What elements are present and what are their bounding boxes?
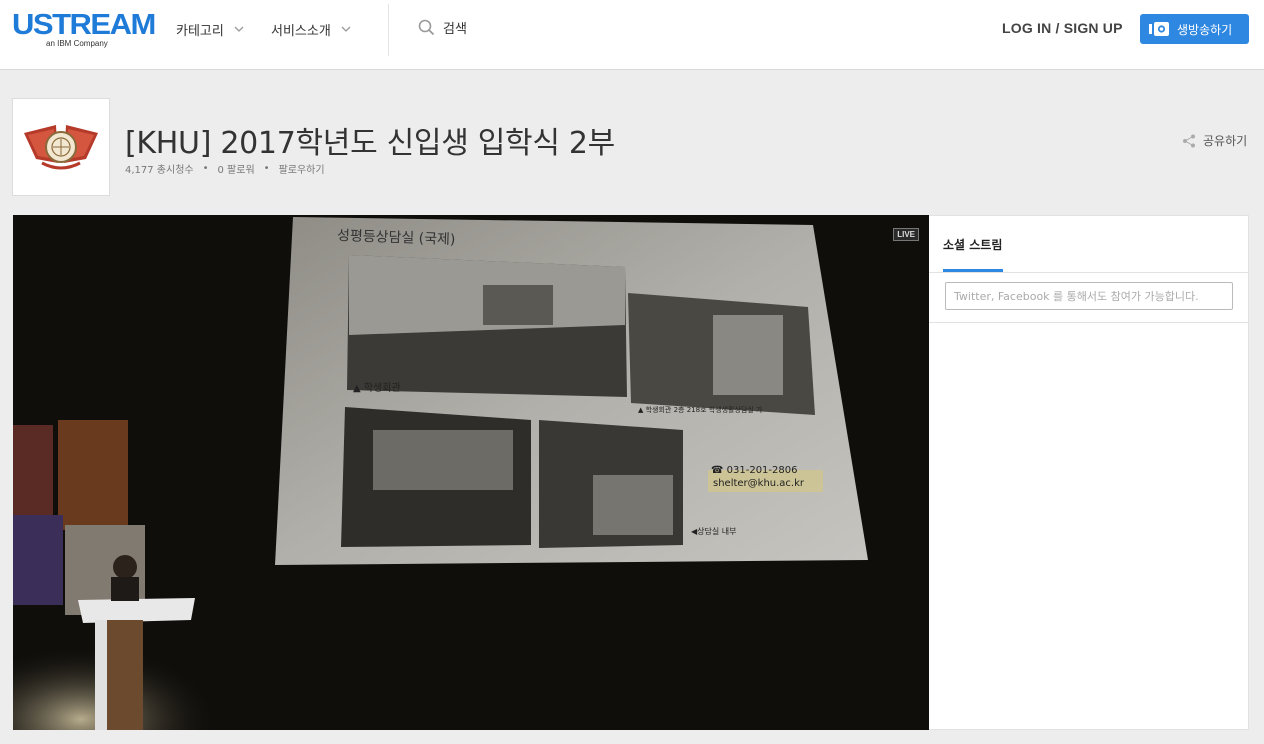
login-signup-link[interactable]: LOG IN / SIGN UP [1002,20,1123,36]
search-icon [418,19,435,36]
share-icon [1183,134,1195,147]
slide-caption-room: ▲ 학생회관 2층 218호 학생생활상담실 가 [638,406,763,414]
divider [929,272,1249,273]
divider [929,322,1249,323]
social-message-input[interactable] [945,282,1233,310]
search-field[interactable]: 검색 [418,18,467,37]
slide-heading: 성평등상담실 (국제) [336,227,456,249]
video-player[interactable]: 성평등상담실 (국제) ▲ 학생회관 ▲ 학생회관 2층 218호 학생생활상담… [13,215,929,730]
slide-phone: ☎ 031-201-2806 [711,465,798,476]
live-badge: LIVE [893,228,919,241]
go-live-button[interactable]: 생방송하기 [1140,14,1249,44]
slide-email: shelter@khu.ac.kr [713,478,805,489]
slide-caption-building: ▲ 학생회관 [353,383,401,394]
logo-subtext: an IBM Company [46,39,108,48]
go-live-label: 생방송하기 [1177,22,1233,37]
khu-emblem-icon [24,125,98,170]
nav-service-intro[interactable]: 서비스소개 [271,20,351,39]
slide-caption-inside: ◀상담실 내부 [691,527,737,536]
stream-title: [KHU] 2017학년도 신입생 입학식 2부 [125,126,615,161]
channel-stats: 4,177 총시청수 • 0 팔로워 • 팔로우하기 [125,161,325,176]
total-views: 4,177 총시청수 [125,165,194,176]
nav-service-intro-label: 서비스소개 [271,23,331,39]
tab-social-stream[interactable]: 소셜 스트림 [943,236,1002,253]
ustream-logo[interactable]: USTREAM an IBM Company [12,8,156,50]
search-label: 검색 [443,22,467,37]
share-button[interactable]: 공유하기 [1182,132,1247,149]
nav-divider [388,4,389,56]
broadcast-camera-icon [1149,22,1169,36]
channel-logo[interactable] [12,98,110,196]
follower-count: 0 팔로워 [217,165,255,176]
top-navigation-bar: USTREAM an IBM Company 카테고리 서비스소개 검색 LOG… [0,0,1264,70]
follow-link[interactable]: 팔로우하기 [279,161,325,176]
chevron-down-icon [341,26,351,32]
separator-dot: • [263,163,270,174]
social-stream-panel: 소셜 스트림 [929,215,1249,730]
nav-categories[interactable]: 카테고리 [176,20,244,39]
chevron-down-icon [234,26,244,32]
share-label: 공유하기 [1203,134,1248,148]
nav-categories-label: 카테고리 [176,23,224,39]
separator-dot: • [202,163,209,174]
logo-wordmark: USTREAM [12,8,156,41]
